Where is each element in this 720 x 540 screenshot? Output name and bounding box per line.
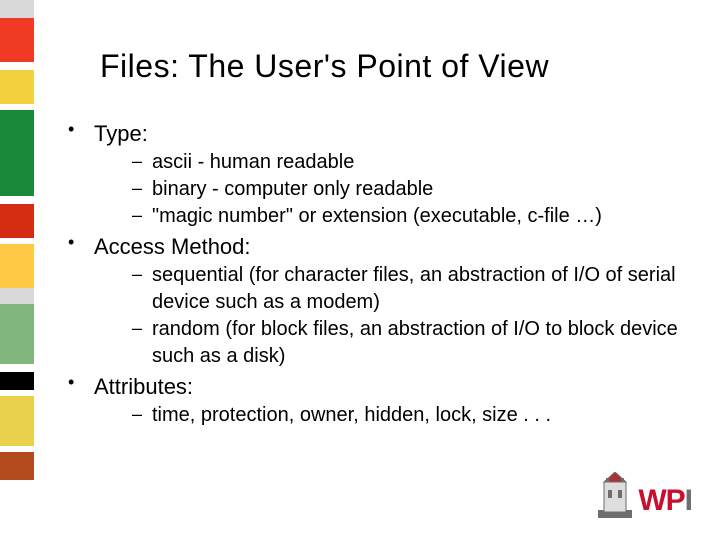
logo-letter-i: I: [685, 484, 692, 518]
stripe: [0, 396, 34, 446]
stripe: [0, 288, 34, 304]
item-label: Type:: [94, 121, 148, 146]
sub-item: time, protection, owner, hidden, lock, s…: [94, 402, 690, 429]
stripe: [0, 204, 34, 238]
stripe: [0, 0, 34, 18]
list-item: Access Method: sequential (for character…: [60, 234, 690, 370]
decorative-sidebar: [0, 0, 34, 540]
sub-item: random (for block files, an abstraction …: [94, 316, 690, 370]
sub-item: binary - computer only readable: [94, 176, 690, 203]
sub-list: time, protection, owner, hidden, lock, s…: [94, 402, 690, 429]
list-item: Attributes: time, protection, owner, hid…: [60, 374, 690, 429]
stripe: [0, 480, 34, 540]
sub-list: ascii - human readable binary - computer…: [94, 149, 690, 230]
stripe: [0, 244, 34, 288]
wpi-logo: WPI: [598, 472, 692, 518]
logo-letter-p: P: [666, 484, 685, 518]
item-label: Attributes:: [94, 374, 193, 399]
bullet-list: Type: ascii - human readable binary - co…: [60, 121, 690, 429]
stripe: [0, 18, 34, 62]
stripe: [0, 110, 34, 196]
logo-text: WPI: [638, 484, 692, 518]
stripe: [0, 364, 34, 372]
sub-item: sequential (for character files, an abst…: [94, 262, 690, 316]
stripe: [0, 372, 34, 390]
slide-content: Files: The User's Point of View Type: as…: [60, 48, 690, 433]
stripe: [0, 196, 34, 204]
stripe: [0, 70, 34, 104]
tower-icon: [598, 472, 632, 518]
slide-title: Files: The User's Point of View: [100, 48, 690, 85]
stripe: [0, 452, 34, 480]
stripe: [0, 304, 34, 364]
item-label: Access Method:: [94, 234, 251, 259]
sub-item: "magic number" or extension (executable,…: [94, 203, 690, 230]
list-item: Type: ascii - human readable binary - co…: [60, 121, 690, 230]
sub-list: sequential (for character files, an abst…: [94, 262, 690, 370]
stripe: [0, 62, 34, 70]
sub-item: ascii - human readable: [94, 149, 690, 176]
logo-letter-w: W: [638, 484, 665, 518]
